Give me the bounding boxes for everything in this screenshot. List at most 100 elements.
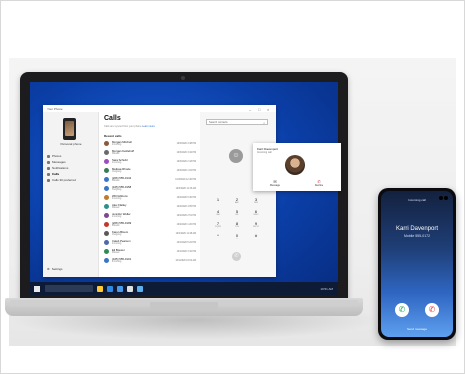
decline-button[interactable]: ✆ Decline bbox=[297, 179, 341, 191]
store-icon[interactable] bbox=[117, 285, 123, 292]
your-phone-window: Your Phone – □ × Personal phone Photos Me… bbox=[43, 105, 276, 277]
call-row[interactable]: Jennifer Weller Incoming 10/2/2020 2:51 PM bbox=[104, 211, 196, 220]
sidebar-item-2[interactable]: Notifications bbox=[47, 166, 68, 170]
call-button[interactable]: ✆ bbox=[232, 252, 241, 261]
call-row[interactable]: Eli Brewer Missed 10/1/2020 3:10 PM bbox=[104, 247, 196, 256]
calls-subtitle: Calls are synced from your phone Learn m… bbox=[104, 125, 196, 128]
taskbar-search[interactable] bbox=[45, 285, 93, 292]
search-placeholder: Search contacts bbox=[209, 121, 228, 124]
call-row-text: Will Gibbons Incoming bbox=[112, 194, 156, 201]
dial-key-letters: MNO bbox=[253, 214, 259, 216]
toast-actions: ✉ Message ✆ Decline bbox=[253, 179, 341, 191]
call-row-text: (206) 555-0199 Missed bbox=[112, 221, 156, 228]
dial-key[interactable]: 4 GHI bbox=[210, 209, 226, 220]
call-time: 10/2/2020 4:05 PM bbox=[176, 205, 196, 208]
dial-key[interactable]: 6 MNO bbox=[248, 209, 264, 220]
sidebar-item-label: Notifications bbox=[52, 166, 69, 170]
dial-key[interactable]: 9 WXYZ bbox=[248, 221, 264, 232]
dial-key[interactable]: # bbox=[248, 233, 264, 244]
call-row[interactable]: Morgan Kettlehoff Missed 10/3/2020 3:42 PM bbox=[104, 148, 196, 157]
call-time: 10/3/2020 11:15 AM bbox=[175, 187, 196, 190]
call-row-text: (425) 555-0101 Incoming bbox=[112, 257, 156, 264]
sidebar-item-4[interactable]: Calls 30 preferred bbox=[47, 178, 76, 182]
avatar bbox=[104, 231, 109, 236]
call-row[interactable]: Morgan Mitchell Incoming 10/3/2020 3:48 PM bbox=[104, 139, 196, 148]
call-row[interactable]: Alex Flatley Missed 10/2/2020 4:05 PM bbox=[104, 202, 196, 211]
sidebar-item-icon bbox=[47, 178, 50, 182]
sidebar-item-icon bbox=[47, 154, 50, 158]
incoming-call-toast[interactable]: Karri Davenport Incoming call ✉ Message … bbox=[253, 143, 341, 191]
phone-label: Personal phone bbox=[60, 142, 82, 146]
call-time: 10/3/2020 1:02 PM bbox=[176, 169, 196, 172]
call-type: Incoming bbox=[112, 161, 122, 164]
call-row[interactable]: Caleb Pearson Incoming 10/1/2020 5:22 PM bbox=[104, 238, 196, 247]
lid-notch bbox=[150, 302, 218, 310]
phone-caller-name: Karri Davenport bbox=[395, 226, 439, 232]
gear-icon: ⚙ bbox=[47, 267, 50, 271]
message-button[interactable]: ✉ Message bbox=[253, 179, 297, 191]
call-time: 10/2/2020 1:20 PM bbox=[176, 223, 196, 226]
call-type: Incoming bbox=[112, 215, 122, 218]
call-type: Incoming bbox=[112, 197, 122, 200]
edge-icon[interactable] bbox=[107, 285, 113, 292]
call-row[interactable]: Sara Schultz Incoming 10/3/2020 2:18 PM bbox=[104, 157, 196, 166]
call-type: Incoming bbox=[112, 143, 122, 146]
avatar bbox=[104, 222, 109, 227]
dial-key[interactable]: 1 bbox=[210, 197, 226, 208]
caller-photo bbox=[285, 155, 305, 175]
contact-avatar-icon: ☺ bbox=[229, 149, 243, 163]
dial-key-letters: WXYZ bbox=[253, 226, 259, 228]
dial-key-digit: * bbox=[217, 233, 219, 238]
call-type: Missed bbox=[112, 179, 120, 182]
call-time: 10/2/2020 11:48 AM bbox=[175, 232, 196, 235]
dial-key[interactable]: * bbox=[210, 233, 226, 244]
call-row-text: Morgan Kettlehoff Missed bbox=[112, 149, 156, 156]
recent-calls-heading: Recent calls bbox=[104, 134, 122, 138]
call-row[interactable]: Melissa Rhode Outgoing 10/3/2020 1:02 PM bbox=[104, 166, 196, 175]
webcam bbox=[181, 76, 185, 80]
start-icon[interactable] bbox=[34, 285, 40, 292]
window-title: Your Phone bbox=[47, 107, 63, 111]
call-time: 10/2/2020 2:51 PM bbox=[176, 214, 196, 217]
avatar bbox=[104, 240, 109, 245]
mail-icon[interactable] bbox=[127, 285, 133, 292]
call-row[interactable]: Will Gibbons Incoming 10/2/2020 6:30 PM bbox=[104, 193, 196, 202]
call-row[interactable]: (206) 555-0199 Missed 10/2/2020 1:20 PM bbox=[104, 220, 196, 229]
sidebar-item-3[interactable]: Calls bbox=[47, 172, 59, 176]
avatar bbox=[104, 258, 109, 263]
dial-key[interactable]: 2 ABC bbox=[229, 197, 245, 208]
sidebar-item-1[interactable]: Messages bbox=[47, 160, 66, 164]
call-type: Missed bbox=[112, 206, 120, 209]
search-contacts-input[interactable]: Search contacts ⌕ bbox=[206, 119, 268, 125]
dial-key[interactable]: 5 JKL bbox=[229, 209, 245, 220]
calls-panel: Calls Calls are synced from your phone L… bbox=[100, 112, 200, 277]
dial-key[interactable]: 8 TUV bbox=[229, 221, 245, 232]
avatar bbox=[104, 168, 109, 173]
your-phone-icon[interactable] bbox=[137, 285, 143, 292]
call-row[interactable]: (206) 555-0142 Missed 10/3/2020 12:40 PM bbox=[104, 175, 196, 184]
dialer-panel: Search contacts ⌕ ☺ 1 2 ABC 3 DEF 4 GHI 5 JKL 6 MN… bbox=[200, 112, 276, 277]
call-row-text: (425) 555-0158 Outgoing bbox=[112, 185, 156, 192]
decline-call-button[interactable]: ✆ bbox=[425, 303, 439, 317]
dial-key-digit: # bbox=[254, 233, 258, 238]
dial-key[interactable]: 0 + bbox=[229, 233, 245, 244]
sidebar-item-0[interactable]: Photos bbox=[47, 154, 61, 158]
call-type: Missed bbox=[112, 152, 120, 155]
send-message-button[interactable]: Send message bbox=[381, 327, 453, 331]
call-row[interactable]: (425) 555-0101 Incoming 10/1/2020 10:04 AM bbox=[104, 256, 196, 265]
accept-call-button[interactable]: ✆ bbox=[395, 303, 409, 317]
call-row-text: (206) 555-0142 Missed bbox=[112, 176, 156, 183]
sidebar-item-icon bbox=[47, 166, 50, 170]
folder-icon[interactable] bbox=[97, 285, 103, 292]
avatar bbox=[104, 150, 109, 155]
call-time: 10/3/2020 3:48 PM bbox=[176, 142, 196, 145]
call-row-text: Caleb Pearson Incoming bbox=[112, 239, 156, 246]
call-row[interactable]: Karen Bloom Outgoing 10/2/2020 11:48 AM bbox=[104, 229, 196, 238]
learn-more-link[interactable]: Learn more bbox=[142, 125, 155, 128]
avatar bbox=[104, 159, 109, 164]
sidebar-item-settings[interactable]: ⚙ Settings bbox=[47, 267, 63, 271]
dial-key[interactable]: 3 DEF bbox=[248, 197, 264, 208]
dial-key[interactable]: 7 PQRS bbox=[210, 221, 226, 232]
call-row[interactable]: (425) 555-0158 Outgoing 10/3/2020 11:15 AM bbox=[104, 184, 196, 193]
call-time: 10/3/2020 12:40 PM bbox=[175, 178, 196, 181]
